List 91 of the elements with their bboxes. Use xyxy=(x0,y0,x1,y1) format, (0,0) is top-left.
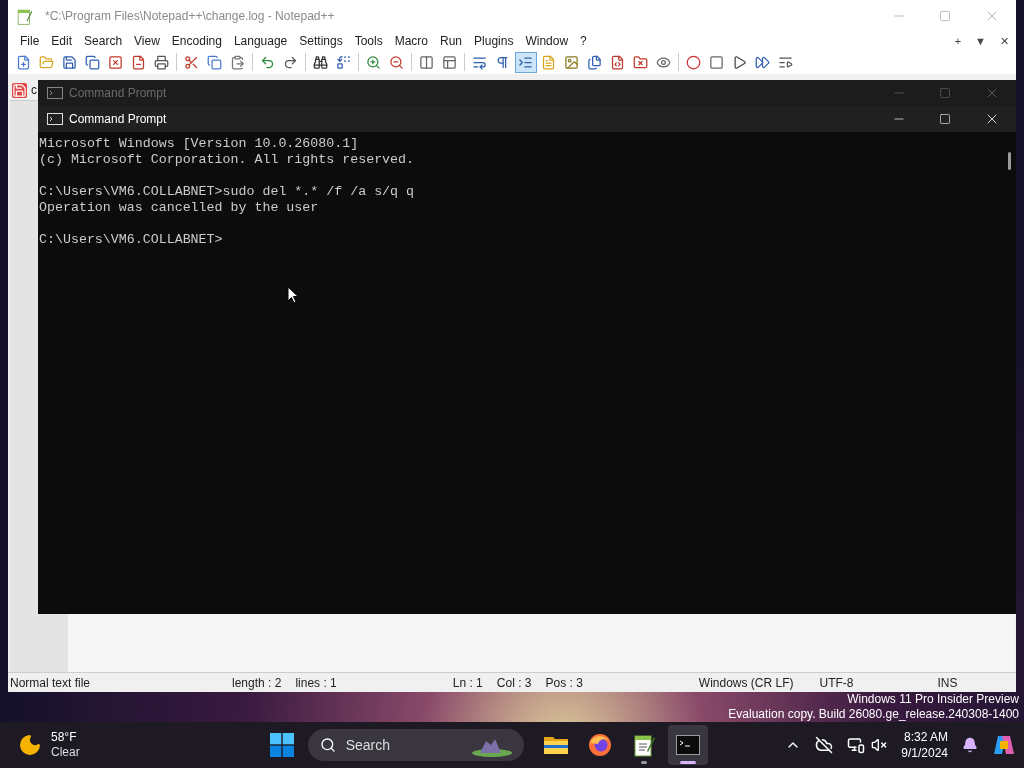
zoom-out-icon xyxy=(389,54,404,70)
fast-forward-icon xyxy=(755,54,770,70)
menu-item[interactable]: Language xyxy=(227,32,294,50)
status-text: INS xyxy=(937,674,958,692)
mouse-cursor-icon xyxy=(287,286,299,304)
clock[interactable]: 8:32 AM 9/1/2024 xyxy=(901,729,948,761)
menu-item[interactable]: ? xyxy=(574,32,593,50)
file-minus-icon xyxy=(131,54,146,70)
clipboard-icon xyxy=(230,54,245,70)
terminal-icon xyxy=(675,735,700,755)
binoculars-icon xyxy=(313,54,328,70)
console-icon xyxy=(47,87,63,99)
weather-temperature: 58°F xyxy=(51,730,78,745)
menu-item[interactable]: Tools xyxy=(348,32,389,50)
menu-item[interactable]: Run xyxy=(434,32,469,50)
close-file-icon xyxy=(108,54,123,70)
stop-icon xyxy=(709,54,724,70)
menu-item[interactable]: Search xyxy=(78,32,129,50)
status-text: Pos : 3 xyxy=(545,674,583,692)
panels-icon xyxy=(442,54,457,70)
save-icon xyxy=(62,54,77,70)
save-icon xyxy=(12,82,27,98)
browser-globe-icon xyxy=(587,733,612,757)
menu-item[interactable]: Plugins xyxy=(468,32,520,50)
status-text: lines : 1 xyxy=(295,674,337,692)
menu-item[interactable]: View xyxy=(128,32,166,50)
console-icon xyxy=(47,113,63,125)
taskbar-app-button[interactable] xyxy=(667,725,708,765)
window-title: *C:\Program Files\Notepad++\change.log - Notepad++ xyxy=(45,8,335,25)
copy-icon xyxy=(207,54,222,70)
replace-icon xyxy=(336,54,351,70)
scrollbar-thumb[interactable] xyxy=(1007,152,1011,170)
folder-icon xyxy=(542,734,569,756)
menu-control[interactable]: ✕ xyxy=(993,32,1016,50)
console-line: C:\Users\VM6.COLLABNET>sudo del *.* /f /a s/q q xyxy=(39,184,416,200)
status-text: Windows (CR LF) xyxy=(698,674,794,692)
menu-control[interactable]: ▼ xyxy=(968,32,993,50)
menu-item[interactable]: File xyxy=(14,32,46,50)
code-file-icon xyxy=(610,54,625,70)
scissors-icon xyxy=(184,54,199,70)
search-icon xyxy=(319,737,336,753)
status-text: Col : 3 xyxy=(496,674,532,692)
status-text: Normal text file xyxy=(10,674,91,692)
window-title: Command Prompt xyxy=(69,85,167,102)
weather-condition: Clear xyxy=(51,745,80,760)
search-field[interactable]: Search xyxy=(307,729,524,761)
status-text: UTF-8 xyxy=(819,674,854,692)
record-icon xyxy=(686,54,701,70)
redo-icon xyxy=(283,54,298,70)
moon-icon xyxy=(18,733,42,757)
monitor-icon[interactable] xyxy=(847,736,866,754)
muted-speaker-icon[interactable] xyxy=(871,737,888,753)
menu-item[interactable]: Macro xyxy=(388,32,434,50)
copilot-icon[interactable] xyxy=(992,733,1016,757)
cloud-off-icon[interactable] xyxy=(815,736,834,754)
menu-item[interactable]: Edit xyxy=(45,32,79,50)
windows-logo-icon[interactable] xyxy=(269,733,294,757)
printer-icon xyxy=(154,54,169,70)
menu-item[interactable]: Window xyxy=(519,32,575,50)
status-text: length : 2 xyxy=(232,674,282,692)
tab-label[interactable]: c xyxy=(31,81,37,99)
undo-icon xyxy=(260,54,275,70)
notepad-icon xyxy=(16,7,33,25)
copy-icon xyxy=(85,54,100,70)
status-text: Ln : 1 xyxy=(452,674,483,692)
playlist-icon xyxy=(778,54,793,70)
menu-item[interactable]: Settings xyxy=(293,32,349,50)
play-icon xyxy=(732,54,747,70)
notepad-icon xyxy=(632,733,655,757)
console-line: C:\Users\VM6.COLLABNET> xyxy=(39,232,224,248)
folder-icon xyxy=(39,54,54,70)
console-line: Microsoft Windows [Version 10.0.26080.1] xyxy=(39,136,360,152)
window-title: Command Prompt xyxy=(69,111,167,128)
menu-control[interactable]: + xyxy=(947,32,969,50)
wrap-text-icon xyxy=(472,54,487,70)
eye-icon xyxy=(656,54,671,70)
folder-close-icon xyxy=(633,54,648,70)
console-line: Operation was cancelled by the user xyxy=(39,200,320,216)
image-icon xyxy=(564,54,579,70)
watermark-text: Windows 11 Pro Insider Preview xyxy=(847,692,1019,707)
document-icon xyxy=(541,54,556,70)
menu-item[interactable]: Encoding xyxy=(165,32,228,50)
indent-icon xyxy=(518,54,533,70)
new-file-icon xyxy=(16,54,31,70)
bell-icon[interactable] xyxy=(962,737,978,753)
pilcrow-icon xyxy=(495,54,510,70)
columns-icon xyxy=(419,54,434,70)
zoom-in-icon xyxy=(366,54,381,70)
files-icon xyxy=(587,54,602,70)
console-line: (c) Microsoft Corporation. All rights reserved. xyxy=(39,152,416,168)
watermark-text: Evaluation copy. Build 26080.ge_release.240308-1400 xyxy=(728,707,1019,722)
